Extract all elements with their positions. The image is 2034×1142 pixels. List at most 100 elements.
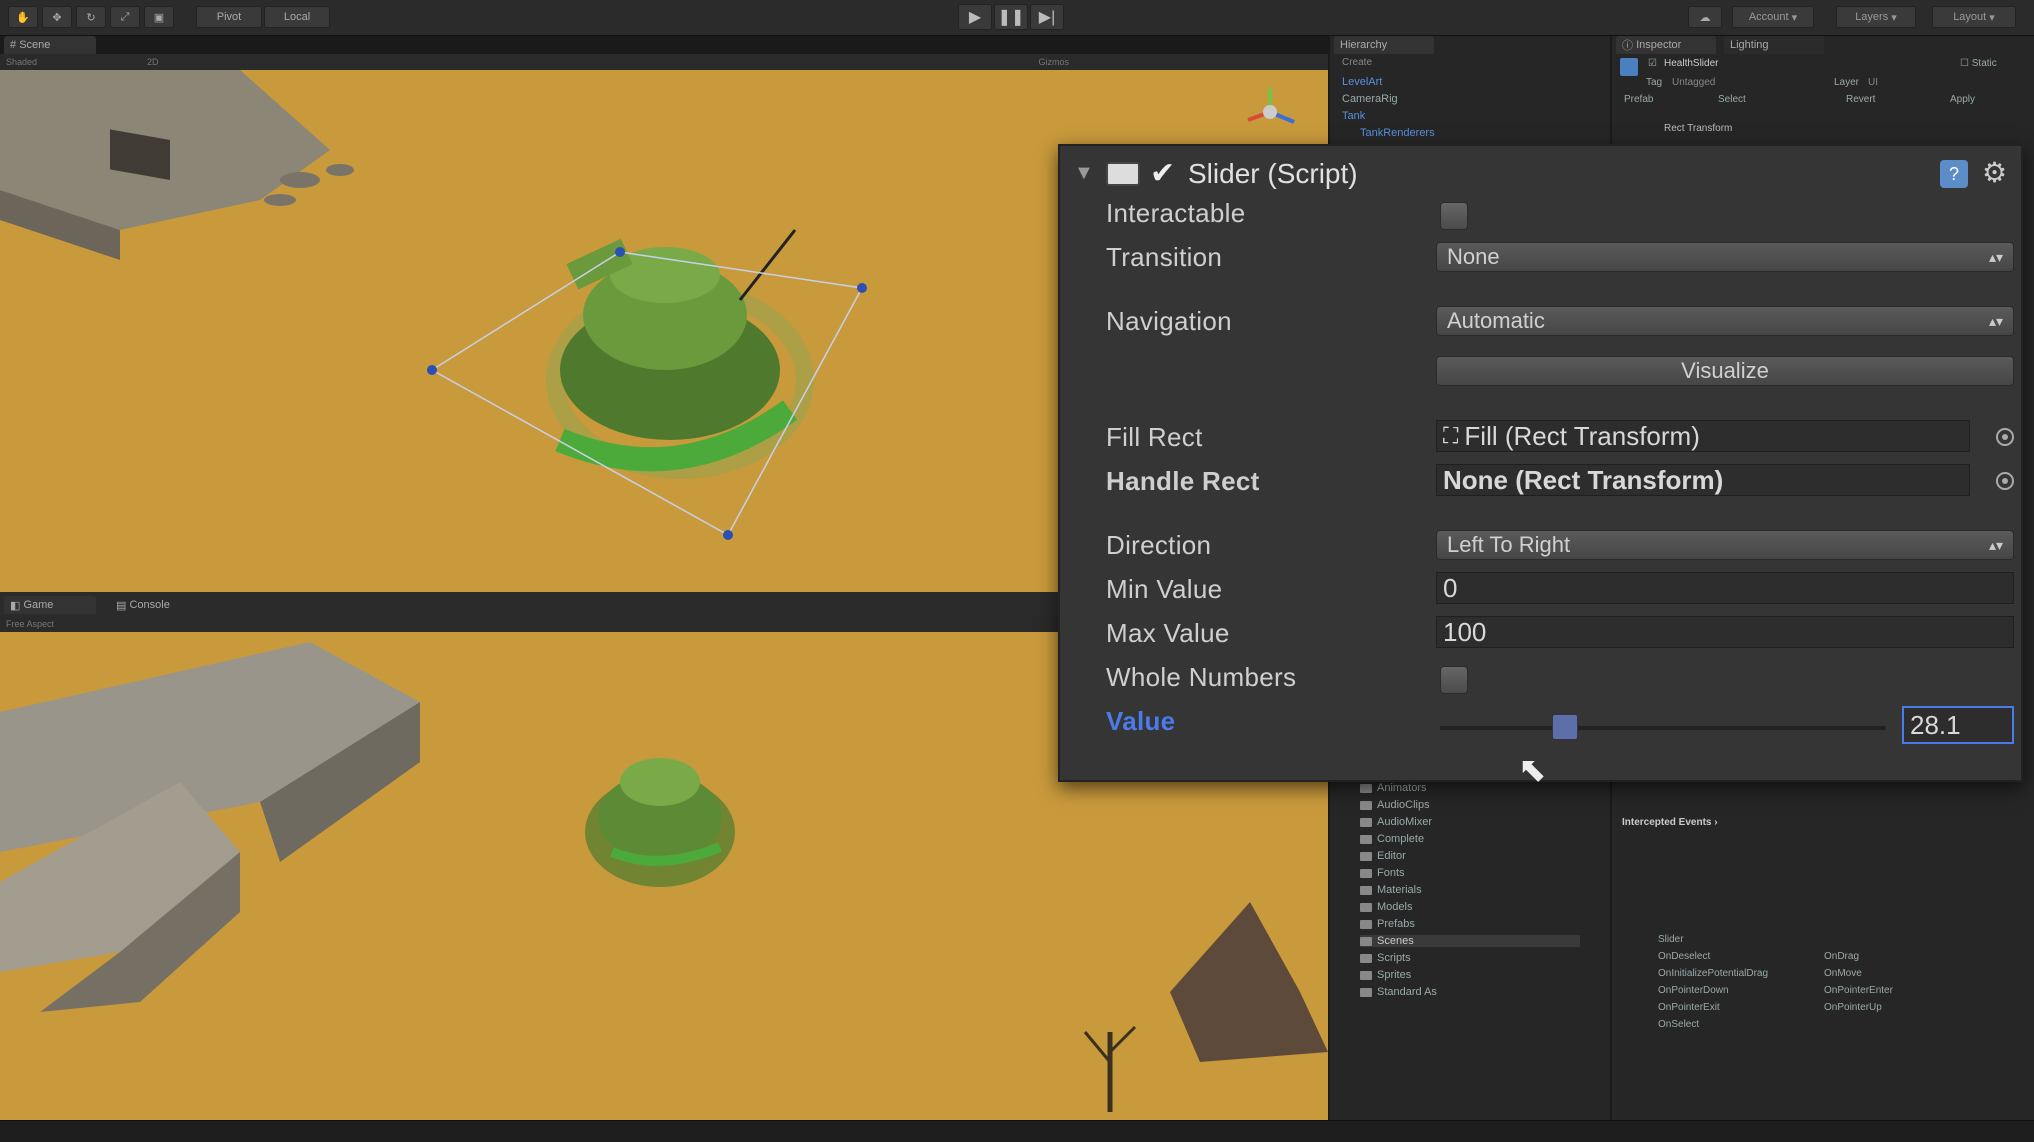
cloud-button[interactable]: ☁ <box>1688 6 1722 28</box>
hierarchy-item[interactable]: TankRenderers <box>1360 127 1435 139</box>
fill-rect-label: Fill Rect <box>1106 422 1203 452</box>
active-checkbox[interactable]: ☑ <box>1648 58 1657 69</box>
project-folder[interactable]: Fonts <box>1360 867 1405 879</box>
event-name: OnDeselect <box>1658 951 1711 962</box>
max-value-text: 100 <box>1443 616 1487 647</box>
pause-icon: ❚❚ <box>997 9 1025 26</box>
project-folder[interactable]: Animators <box>1360 782 1427 794</box>
events-header-label: Intercepted Events <box>1622 817 1712 828</box>
scene-view[interactable] <box>0 70 1058 592</box>
mode-2d-toggle[interactable]: 2D <box>147 57 159 67</box>
scene-tab-label: Scene <box>19 39 51 51</box>
play-icon: ▶ <box>968 9 982 26</box>
project-folder[interactable]: Prefabs <box>1360 918 1415 930</box>
project-panel: Animators AudioClips AudioMixer Complete… <box>1330 782 1610 1120</box>
project-folder[interactable]: Editor <box>1360 850 1406 862</box>
intercepted-events-header[interactable]: Intercepted Events › <box>1622 817 1718 828</box>
tab-console[interactable]: ▤ Console <box>110 596 202 614</box>
project-folder-label: Scenes <box>1377 935 1414 947</box>
value-slider-track[interactable] <box>1440 726 1886 730</box>
project-folder[interactable]: Standard As <box>1360 986 1437 998</box>
lighting-tab-label: Lighting <box>1730 39 1769 51</box>
hand-tool-button[interactable]: ✋ <box>8 6 38 28</box>
play-button[interactable]: ▶ <box>958 4 992 30</box>
min-value-text: 0 <box>1443 572 1458 603</box>
direction-label: Direction <box>1106 530 1212 560</box>
aspect-dropdown[interactable]: Free Aspect <box>6 619 54 629</box>
navigation-dropdown[interactable]: Automatic ▴▾ <box>1436 306 2014 336</box>
enabled-checkbox[interactable]: ✔ <box>1150 156 1175 191</box>
project-folder[interactable]: Complete <box>1360 833 1424 845</box>
layers-dropdown[interactable]: Layers ▾ <box>1836 6 1916 28</box>
mouse-cursor-icon: ⬉ <box>1518 751 1547 789</box>
game-tab-label: Game <box>23 599 54 611</box>
help-icon[interactable]: ? <box>1940 160 1968 188</box>
step-button[interactable]: ▶| <box>1030 4 1064 30</box>
rect-tool-button[interactable]: ▣ <box>144 6 174 28</box>
layout-dropdown[interactable]: Layout ▾ <box>1932 6 2016 28</box>
foldout-arrow-icon[interactable]: ▼ <box>1074 162 1094 185</box>
layer-dropdown[interactable]: UI <box>1868 77 1878 88</box>
prefab-apply-button[interactable]: Apply <box>1950 94 1975 105</box>
transition-dropdown[interactable]: None ▴▾ <box>1436 242 2014 272</box>
project-folder[interactable]: AudioClips <box>1360 799 1430 811</box>
local-label: Local <box>283 11 311 23</box>
account-dropdown[interactable]: Account ▾ <box>1732 6 1814 28</box>
value-input[interactable]: 28.1 <box>1902 706 2014 744</box>
tab-inspector[interactable]: ⓘ Inspector <box>1616 36 1716 54</box>
tag-dropdown[interactable]: Untagged <box>1672 77 1715 88</box>
dropdown-arrows-icon: ▴▾ <box>1988 248 2003 265</box>
prefab-revert-button[interactable]: Revert <box>1846 94 1875 105</box>
fill-rect-field[interactable]: ⛶ Fill (Rect Transform) <box>1436 420 1970 452</box>
project-folder[interactable]: Materials <box>1360 884 1422 896</box>
min-value-field[interactable]: 0 <box>1436 572 2014 604</box>
event-name: OnMove <box>1824 968 1862 979</box>
status-bar <box>0 1120 2034 1142</box>
object-picker-icon[interactable] <box>1996 428 2014 446</box>
move-tool-button[interactable]: ✥ <box>42 6 72 28</box>
project-folder-label: Editor <box>1377 850 1406 862</box>
rect-transform-header[interactable]: Rect Transform <box>1664 123 1732 134</box>
project-folder[interactable]: Scenes <box>1360 935 1580 947</box>
tab-lighting[interactable]: Lighting <box>1724 36 1824 54</box>
pivot-toggle[interactable]: Pivot <box>196 6 262 28</box>
prefab-select-button[interactable]: Select <box>1718 94 1746 105</box>
tab-hierarchy[interactable]: Hierarchy <box>1334 36 1434 54</box>
max-value-field[interactable]: 100 <box>1436 616 2014 648</box>
interactable-checkbox[interactable] <box>1440 202 1468 230</box>
rock <box>326 164 354 176</box>
pause-button[interactable]: ❚❚ <box>994 4 1028 30</box>
gear-icon[interactable]: ⚙ <box>1982 156 2007 189</box>
object-picker-icon[interactable] <box>1996 472 2014 490</box>
visualize-button[interactable]: Visualize <box>1436 356 2014 386</box>
create-dropdown[interactable]: Create <box>1342 57 1372 68</box>
tab-scene[interactable]: # Scene <box>4 36 96 54</box>
object-name-field[interactable]: HealthSlider <box>1664 58 1718 69</box>
rotate-tool-button[interactable]: ↻ <box>76 6 106 28</box>
hierarchy-item[interactable]: CameraRig <box>1342 93 1398 105</box>
handle-rect-field[interactable]: None (Rect Transform) <box>1436 464 1970 496</box>
rock <box>264 194 296 206</box>
rect-handle <box>615 247 625 257</box>
hierarchy-item[interactable]: Tank <box>1342 110 1365 122</box>
shading-dropdown[interactable]: Shaded <box>6 57 37 67</box>
whole-numbers-checkbox[interactable] <box>1440 666 1468 694</box>
project-folder[interactable]: Models <box>1360 901 1412 913</box>
value-slider-thumb[interactable] <box>1552 714 1579 740</box>
scale-tool-button[interactable]: ⤢ <box>110 6 140 28</box>
direction-dropdown[interactable]: Left To Right ▴▾ <box>1436 530 2014 560</box>
gizmos-dropdown[interactable]: Gizmos <box>1039 57 1070 67</box>
project-folder[interactable]: AudioMixer <box>1360 816 1432 828</box>
project-folder[interactable]: Scripts <box>1360 952 1411 964</box>
game-icon: ◧ <box>10 599 24 612</box>
local-toggle[interactable]: Local <box>264 6 330 28</box>
rect-handle <box>857 283 867 293</box>
project-folder[interactable]: Sprites <box>1360 969 1411 981</box>
project-folder-label: AudioMixer <box>1377 816 1433 828</box>
static-toggle[interactable]: ☐ Static <box>1960 58 1997 69</box>
project-folder-label: AudioClips <box>1377 799 1430 811</box>
hierarchy-item[interactable]: LevelArt <box>1342 76 1382 88</box>
folder-icon <box>1360 885 1372 895</box>
event-component-label: Slider <box>1658 934 1684 945</box>
tab-game[interactable]: ◧ Game <box>4 596 96 614</box>
